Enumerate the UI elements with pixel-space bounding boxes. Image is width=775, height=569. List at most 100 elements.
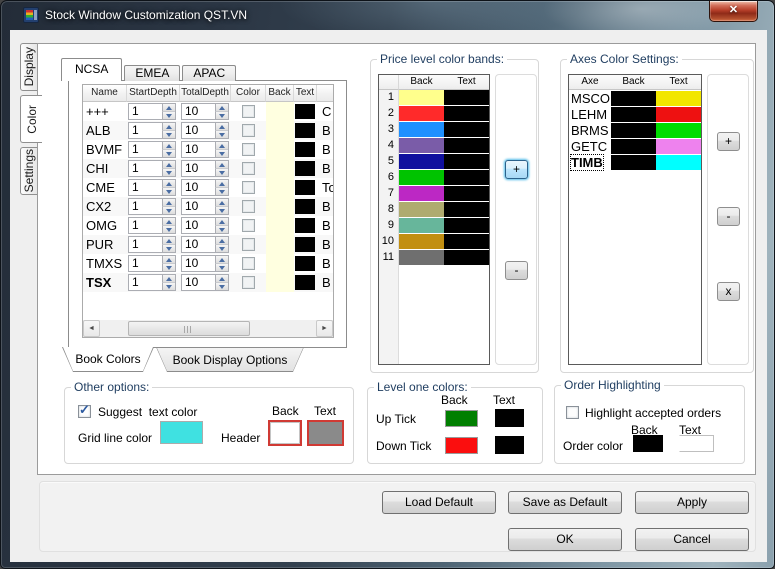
band-text-swatch[interactable] xyxy=(444,250,489,266)
band-back-swatch[interactable] xyxy=(399,138,444,154)
spinner-down-icon[interactable] xyxy=(162,225,175,233)
axe-text-swatch[interactable] xyxy=(656,106,701,122)
axe-back-swatch[interactable] xyxy=(611,154,656,170)
spinner-down-icon[interactable] xyxy=(215,130,228,138)
band-text-swatch[interactable] xyxy=(444,218,489,234)
band-text-swatch[interactable] xyxy=(444,106,489,122)
bottom-tab-book-colors[interactable]: Book Colors xyxy=(62,347,154,372)
band-back-swatch[interactable] xyxy=(399,90,444,106)
color-checkbox[interactable] xyxy=(242,257,255,270)
axe-text-swatch[interactable] xyxy=(656,138,701,154)
book-table-row[interactable]: BVMF 1 10 B xyxy=(83,140,333,159)
header-back-swatch[interactable] xyxy=(268,420,302,446)
header-text-swatch[interactable] xyxy=(307,420,344,446)
column-header-extra[interactable] xyxy=(317,85,333,102)
cell-back[interactable] xyxy=(266,159,294,178)
startdepth-spinner[interactable]: 1 xyxy=(128,141,176,158)
column-header-name[interactable]: Name xyxy=(83,85,127,102)
band-back-swatch[interactable] xyxy=(399,106,444,122)
axe-text-swatch[interactable] xyxy=(656,90,701,106)
startdepth-spinner[interactable]: 1 xyxy=(128,236,176,253)
cell-back[interactable] xyxy=(266,121,294,140)
spinner-up-icon[interactable] xyxy=(162,123,175,130)
spinner-up-icon[interactable] xyxy=(215,161,228,168)
band-text-swatch[interactable] xyxy=(444,170,489,186)
axes-row[interactable]: MSCO xyxy=(569,90,701,106)
cell-text[interactable] xyxy=(294,235,317,254)
highlight-accepted-orders-checkbox[interactable]: ✓ xyxy=(566,406,579,419)
totaldepth-spinner[interactable]: 10 xyxy=(181,255,229,272)
color-checkbox[interactable] xyxy=(242,276,255,289)
band-text-swatch[interactable] xyxy=(444,234,489,250)
startdepth-spinner[interactable]: 1 xyxy=(128,103,176,120)
startdepth-spinner[interactable]: 1 xyxy=(128,274,176,291)
delete-axe-button[interactable]: x xyxy=(717,282,740,301)
spinner-up-icon[interactable] xyxy=(162,237,175,244)
cell-text[interactable] xyxy=(294,159,317,178)
axe-back-swatch[interactable] xyxy=(611,138,656,154)
cell-text[interactable] xyxy=(294,197,317,216)
spinner-down-icon[interactable] xyxy=(162,168,175,176)
axe-back-swatch[interactable] xyxy=(611,106,656,122)
band-back-swatch[interactable] xyxy=(399,202,444,218)
cell-back[interactable] xyxy=(266,273,294,292)
spinner-down-icon[interactable] xyxy=(215,149,228,157)
cell-back[interactable] xyxy=(266,102,294,121)
down-tick-back-swatch[interactable] xyxy=(445,437,478,454)
cell-back[interactable] xyxy=(266,140,294,159)
book-table-row[interactable]: CX2 1 10 B xyxy=(83,197,333,216)
spinner-down-icon[interactable] xyxy=(215,168,228,176)
spinner-up-icon[interactable] xyxy=(215,180,228,187)
spinner-down-icon[interactable] xyxy=(162,282,175,290)
startdepth-spinner[interactable]: 1 xyxy=(128,179,176,196)
spinner-up-icon[interactable] xyxy=(162,275,175,282)
color-checkbox[interactable] xyxy=(242,105,255,118)
axe-text-swatch[interactable] xyxy=(656,154,701,170)
side-tab-color[interactable]: Color xyxy=(20,95,42,143)
spinner-up-icon[interactable] xyxy=(215,275,228,282)
tab-apac[interactable]: APAC xyxy=(182,65,237,81)
band-text-swatch[interactable] xyxy=(444,154,489,170)
suggest-text-color-checkbox[interactable]: ✓ xyxy=(78,402,91,418)
spinner-up-icon[interactable] xyxy=(162,218,175,225)
band-text-swatch[interactable] xyxy=(444,90,489,106)
spinner-down-icon[interactable] xyxy=(215,244,228,252)
axes-row[interactable]: GETC xyxy=(569,138,701,154)
color-checkbox[interactable] xyxy=(242,238,255,251)
totaldepth-spinner[interactable]: 10 xyxy=(181,179,229,196)
apply-button[interactable]: Apply xyxy=(635,491,749,514)
cell-back[interactable] xyxy=(266,216,294,235)
down-tick-text-swatch[interactable] xyxy=(495,436,524,454)
spinner-up-icon[interactable] xyxy=(162,161,175,168)
save-as-default-button[interactable]: Save as Default xyxy=(508,491,622,514)
cell-text[interactable] xyxy=(294,273,317,292)
book-table-row[interactable]: PUR 1 10 B xyxy=(83,235,333,254)
startdepth-spinner[interactable]: 1 xyxy=(128,198,176,215)
spinner-down-icon[interactable] xyxy=(162,263,175,271)
band-text-swatch[interactable] xyxy=(444,202,489,218)
band-text-swatch[interactable] xyxy=(444,122,489,138)
column-header-startdepth[interactable]: StartDepth xyxy=(127,85,180,102)
band-back-swatch[interactable] xyxy=(399,234,444,250)
axes-row[interactable]: TIMB xyxy=(569,153,701,171)
totaldepth-spinner[interactable]: 10 xyxy=(181,160,229,177)
book-table-row[interactable]: ALB 1 10 B xyxy=(83,121,333,140)
spinner-up-icon[interactable] xyxy=(162,180,175,187)
cell-text[interactable] xyxy=(294,121,317,140)
grid-line-color-swatch[interactable] xyxy=(160,421,203,444)
cell-back[interactable] xyxy=(266,178,294,197)
cell-text[interactable] xyxy=(294,140,317,159)
spinner-up-icon[interactable] xyxy=(215,237,228,244)
tab-emea[interactable]: EMEA xyxy=(124,65,181,81)
spinner-down-icon[interactable] xyxy=(215,225,228,233)
close-button[interactable]: ✕ xyxy=(709,1,758,22)
cell-back[interactable] xyxy=(266,197,294,216)
book-table-row[interactable]: CHI 1 10 B xyxy=(83,159,333,178)
spinner-down-icon[interactable] xyxy=(162,187,175,195)
scrollbar-thumb[interactable] xyxy=(128,321,250,336)
side-tab-display[interactable]: Display xyxy=(20,43,38,91)
totaldepth-spinner[interactable]: 10 xyxy=(181,122,229,139)
axe-back-swatch[interactable] xyxy=(611,90,656,106)
color-checkbox[interactable] xyxy=(242,124,255,137)
book-table-row[interactable]: CME 1 10 To xyxy=(83,178,333,197)
